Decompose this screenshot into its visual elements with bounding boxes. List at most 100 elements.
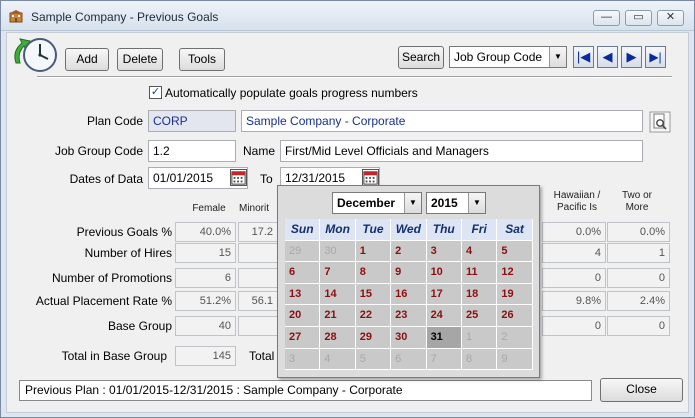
name-label: Name xyxy=(243,144,276,158)
calendar-day[interactable]: 6 xyxy=(391,348,427,371)
calendar-day[interactable]: 26 xyxy=(497,305,533,327)
tools-button[interactable]: Tools xyxy=(179,48,225,71)
calendar-day[interactable]: 19 xyxy=(497,283,533,306)
calendar-day[interactable]: 7 xyxy=(320,262,356,284)
auto-populate-checkbox[interactable]: ✓ xyxy=(149,86,162,99)
calendar-day[interactable]: 17 xyxy=(426,283,462,306)
calendar-day[interactable]: 24 xyxy=(426,305,462,327)
previous-icon: ◀ xyxy=(602,49,613,64)
title-bar[interactable]: Sample Company - Previous Goals — ▭ ✕ xyxy=(1,1,694,31)
calendar-day[interactable]: 4 xyxy=(461,240,498,263)
previous-record-button[interactable]: ◀ xyxy=(597,46,618,68)
cell-hawaiian: 9.8% xyxy=(542,291,606,311)
calendar-day[interactable]: 27 xyxy=(285,326,321,349)
cell-hawaiian: 0 xyxy=(542,316,606,336)
building-icon xyxy=(9,10,23,23)
status-bar: Previous Plan : 01/01/2015-12/31/2015 : … xyxy=(19,380,592,401)
cell-minority xyxy=(238,268,278,288)
row-label: Number of Hires xyxy=(84,246,172,260)
year-select[interactable]: 2015 ▼ xyxy=(426,192,486,214)
year-value: 2015 xyxy=(431,196,458,210)
month-value: December xyxy=(337,196,396,210)
calendar-day[interactable]: 8 xyxy=(461,348,498,371)
maximize-button[interactable]: ▭ xyxy=(625,10,652,26)
calendar-day[interactable]: 6 xyxy=(285,262,321,284)
calendar-day[interactable]: 16 xyxy=(391,283,427,306)
col-two-line2: More xyxy=(625,202,649,213)
calendar-day[interactable]: 29 xyxy=(285,240,321,263)
calendar-day[interactable]: 3 xyxy=(285,348,321,371)
col-hawaiian: Hawaiian / Pacific Is xyxy=(542,190,612,214)
calendar-day[interactable]: 3 xyxy=(426,240,462,263)
plan-code-label: Plan Code xyxy=(86,114,143,128)
calendar-day[interactable]: 20 xyxy=(285,305,321,327)
calendar-day[interactable]: 9 xyxy=(497,348,533,371)
calendar-day[interactable]: 7 xyxy=(426,348,462,371)
next-record-button[interactable]: ▶ xyxy=(621,46,642,68)
calendar-day[interactable]: 28 xyxy=(320,326,356,349)
calendar-icon[interactable] xyxy=(230,169,247,186)
job-group-code-field[interactable]: 1.2 xyxy=(148,140,236,162)
close-window-button[interactable]: ✕ xyxy=(657,10,684,26)
calendar-day[interactable]: 5 xyxy=(355,348,392,371)
row-label: Actual Placement Rate % xyxy=(35,294,172,308)
search-document-icon[interactable] xyxy=(649,111,671,133)
calendar-day[interactable]: 2 xyxy=(497,326,533,349)
calendar-day[interactable]: 2 xyxy=(391,240,427,263)
calendar-day[interactable]: 1 xyxy=(461,326,498,349)
plan-code-field[interactable]: CORP xyxy=(148,110,236,132)
cell-two: 0.0% xyxy=(607,222,670,242)
calendar-day[interactable]: 14 xyxy=(320,283,356,306)
cell-hawaiian: 0 xyxy=(542,268,606,288)
calendar-day[interactable]: 10 xyxy=(426,262,462,284)
calendar-day[interactable]: 23 xyxy=(391,305,427,327)
clock-refresh-icon xyxy=(14,38,57,72)
calendar-day[interactable]: 29 xyxy=(355,326,392,349)
cell-female: 51.2% xyxy=(175,291,236,311)
cell-two: 1 xyxy=(607,243,670,263)
row-label: Base Group xyxy=(107,319,172,333)
calendar-day[interactable]: 1 xyxy=(355,240,392,263)
total-base-group-value: 145 xyxy=(175,346,236,366)
first-record-button[interactable]: |◀ xyxy=(573,46,594,68)
calendar-day[interactable]: 5 xyxy=(497,240,533,263)
calendar-day[interactable]: 11 xyxy=(461,262,498,284)
plan-name-field[interactable]: Sample Company - Corporate xyxy=(241,110,643,132)
add-button[interactable]: Add xyxy=(65,48,109,71)
cell-minority xyxy=(238,316,278,336)
calendar-day[interactable]: 30 xyxy=(391,326,427,349)
calendar-day[interactable]: 12 xyxy=(497,262,533,284)
calendar-day[interactable]: 4 xyxy=(320,348,356,371)
next-icon: ▶ xyxy=(626,49,637,64)
dates-of-data-label: Dates of Data xyxy=(69,172,143,186)
calendar-day[interactable]: 13 xyxy=(285,283,321,306)
close-button[interactable]: Close xyxy=(600,378,683,402)
calendar-icon[interactable] xyxy=(362,169,379,186)
cell-hawaiian: 4 xyxy=(542,243,606,263)
month-select[interactable]: December ▼ xyxy=(332,192,422,214)
calendar-day[interactable]: 8 xyxy=(355,262,392,284)
calendar-day[interactable]: 30 xyxy=(320,240,356,263)
calendar-day[interactable]: 31 xyxy=(426,326,462,349)
cell-female: 40 xyxy=(175,316,236,336)
total-base-group-label: Total in Base Group xyxy=(61,349,167,363)
calendar-day[interactable]: 9 xyxy=(391,262,427,284)
calendar-day[interactable]: 15 xyxy=(355,283,392,306)
minimize-button[interactable]: — xyxy=(593,10,620,26)
calendar-day[interactable]: 21 xyxy=(320,305,356,327)
calendar-day[interactable]: 25 xyxy=(461,305,498,327)
search-button[interactable]: Search xyxy=(398,46,444,69)
col-two-or-more: Two or More xyxy=(607,190,667,214)
delete-button[interactable]: Delete xyxy=(117,48,163,71)
calendar-day[interactable]: 18 xyxy=(461,283,498,306)
calendar-day[interactable]: 22 xyxy=(355,305,392,327)
last-record-button[interactable]: ▶| xyxy=(645,46,666,68)
job-group-name-field[interactable]: First/Mid Level Officials and Managers xyxy=(280,140,643,162)
date-from-value: 01/01/2015 xyxy=(153,171,214,185)
day-header: Fri xyxy=(461,219,498,241)
search-field-select[interactable]: Job Group Code ▼ xyxy=(449,46,567,68)
search-field-value: Job Group Code xyxy=(454,50,543,64)
cell-female: 40.0% xyxy=(175,222,236,242)
chevron-down-icon: ▼ xyxy=(468,193,485,213)
day-header: Thu xyxy=(426,219,462,241)
